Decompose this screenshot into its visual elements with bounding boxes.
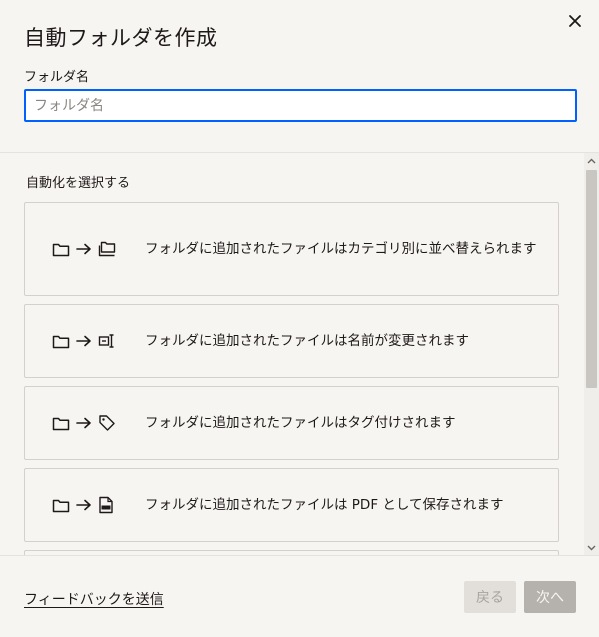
- automation-option-tag[interactable]: フォルダに追加されたファイルはタグ付けされます: [24, 386, 559, 460]
- arrow-right-icon: [76, 335, 92, 347]
- close-icon: [568, 14, 582, 28]
- automation-option-pdf[interactable]: フォルダに追加されたファイルは PDF として保存されます: [24, 468, 559, 542]
- scrollbar[interactable]: [584, 153, 599, 555]
- folder-icon: [52, 416, 70, 431]
- option-icons: [52, 241, 118, 257]
- chevron-down-icon: [587, 545, 596, 551]
- option-icons: [52, 414, 116, 432]
- automation-list-scroll-area[interactable]: 自動化を選択する フォルダに追加されたファイルはカテゴリ別に並べ替えられます フ…: [0, 153, 584, 555]
- option-icons: [52, 496, 114, 514]
- scrollbar-thumb[interactable]: [586, 170, 597, 388]
- option-description: フォルダに追加されたファイルはタグ付けされます: [145, 415, 456, 431]
- create-auto-folder-dialog: 自動フォルダを作成 フォルダ名 自動化を選択する フォルダに追加されたファイルは: [0, 0, 599, 637]
- tag-icon: [98, 414, 116, 432]
- folder-name-input[interactable]: [24, 89, 577, 122]
- automation-option-rename[interactable]: フォルダに追加されたファイルは名前が変更されます: [24, 304, 559, 378]
- next-button[interactable]: 次へ: [524, 581, 576, 613]
- back-button[interactable]: 戻る: [464, 581, 516, 613]
- option-description: フォルダに追加されたファイルは PDF として保存されます: [145, 497, 504, 513]
- option-description: フォルダに追加されたファイルは名前が変更されます: [145, 333, 469, 349]
- option-description: フォルダに追加されたファイルはカテゴリ別に並べ替えられます: [145, 241, 537, 257]
- option-icons: [52, 333, 118, 349]
- send-feedback-link[interactable]: フィードバックを送信: [24, 589, 164, 609]
- scroll-up-button[interactable]: [584, 153, 599, 168]
- chevron-up-icon: [587, 158, 596, 164]
- folder-icon: [52, 334, 70, 349]
- close-button[interactable]: [564, 10, 586, 32]
- folder-icon: [52, 242, 70, 257]
- folder-name-label: フォルダ名: [24, 70, 90, 85]
- arrow-right-icon: [76, 417, 92, 429]
- automation-option-categorize[interactable]: フォルダに追加されたファイルはカテゴリ別に並べ替えられます: [24, 202, 559, 296]
- divider: [0, 555, 599, 556]
- rename-icon: [98, 333, 118, 349]
- section-label: 自動化を選択する: [26, 176, 131, 191]
- dialog-title: 自動フォルダを作成: [24, 26, 218, 50]
- pdf-icon: [98, 496, 114, 514]
- arrow-right-icon: [76, 499, 92, 511]
- arrow-right-icon: [76, 243, 92, 255]
- scroll-down-button[interactable]: [584, 540, 599, 555]
- folders-icon: [98, 241, 118, 257]
- folder-icon: [52, 498, 70, 513]
